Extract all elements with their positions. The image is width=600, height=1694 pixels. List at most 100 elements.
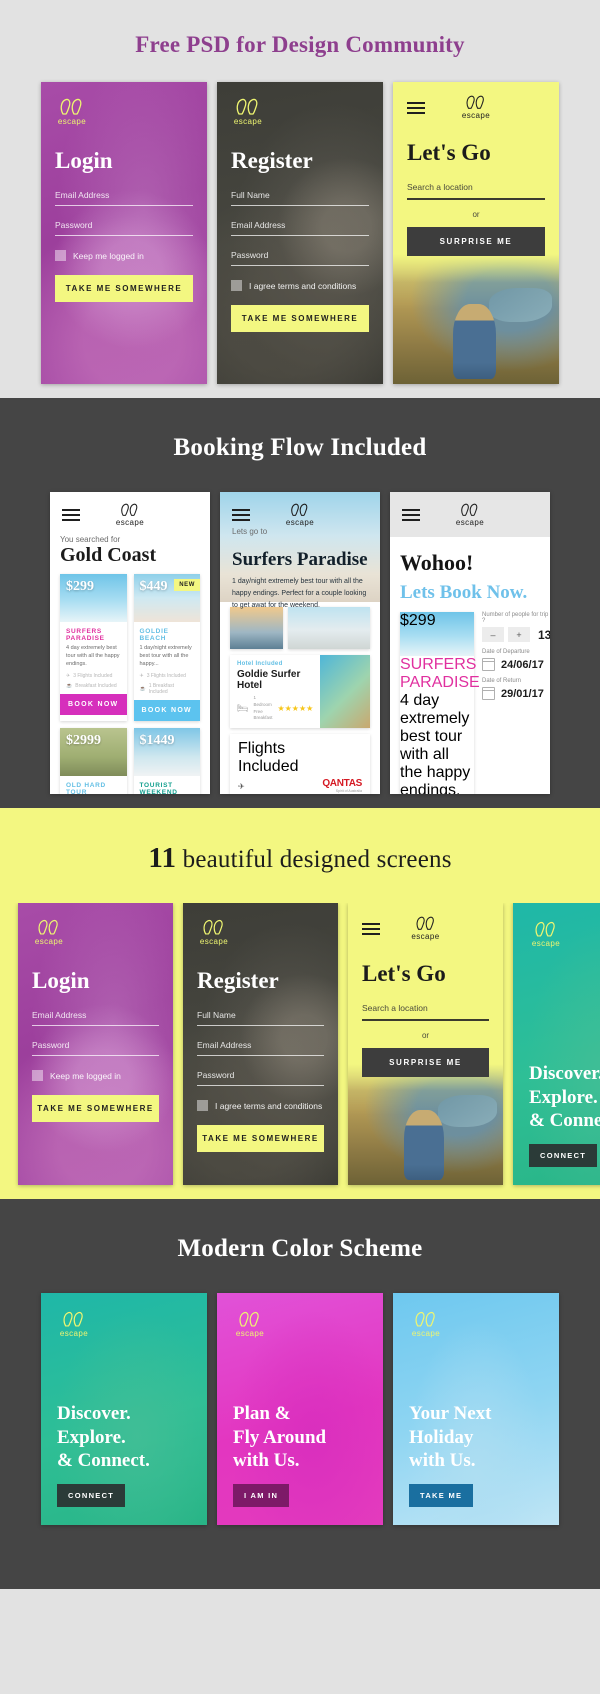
card-location: GOLDIE BEACH <box>139 628 169 642</box>
hamburger-menu-icon[interactable] <box>62 509 80 521</box>
top-bar: escape <box>390 492 550 537</box>
decrement-button[interactable]: – <box>482 627 504 643</box>
return-date-picker[interactable]: 29/01/17 <box>482 687 550 701</box>
bed-icon: 🛏 <box>237 703 249 713</box>
card-inclusion-breakfast: ☕ 1 Breakfast Included <box>140 683 195 695</box>
departure-date-picker[interactable]: 24/06/17 <box>482 658 550 672</box>
login-email-field[interactable]: Email Address <box>32 1010 159 1026</box>
flip-flops-icon <box>291 503 308 516</box>
take-me-button[interactable]: TAKE ME <box>409 1484 474 1507</box>
card-inclusion-flights: ✈ 3 Flights Included <box>140 673 195 679</box>
heading-line-3: & Connect. <box>529 1109 600 1131</box>
login-submit-button[interactable]: TAKE ME SOMEWHERE <box>55 275 193 302</box>
location-search-input[interactable]: Search a location <box>362 1003 489 1021</box>
card-price: $299 <box>66 579 94 594</box>
screen-tour-detail: escape Lets go to Surfers Paradise 1 day… <box>220 492 380 794</box>
breakfast-icon: ☕ <box>139 685 146 692</box>
detail-hero: escape Lets go to Surfers Paradise 1 day… <box>220 492 380 609</box>
escape-logo: escape <box>57 1311 91 1338</box>
hamburger-menu-icon[interactable] <box>407 101 425 114</box>
login-password-field[interactable]: Password <box>55 220 193 236</box>
heading-line-3: with Us. <box>409 1449 476 1471</box>
flip-flops-icon <box>466 95 484 109</box>
heading-line-2: Fly Around <box>233 1426 327 1448</box>
card-image: $299 <box>60 574 127 622</box>
discover-heading: Discover.Explore.& Connect. <box>529 1062 600 1132</box>
book-now-button[interactable]: BOOK NOW <box>60 693 127 715</box>
register-terms-checkbox[interactable]: I agree terms and conditions <box>231 280 369 291</box>
card-price: $299 <box>400 612 436 630</box>
card-inner: escape Discover.Explore.& Connect. CONNE… <box>513 903 600 1185</box>
register-password-field[interactable]: Password <box>231 250 369 266</box>
login-submit-button[interactable]: TAKE ME SOMEWHERE <box>32 1095 159 1122</box>
checkbox-box[interactable] <box>55 250 66 261</box>
tour-card[interactable]: $1449 TOURIST WEEKEND 4 day extremely be… <box>133 727 200 794</box>
register-password-label: Password <box>197 1070 235 1080</box>
screen-lets-go: escape Let's Go Search a location or SUR… <box>393 82 559 384</box>
section-free-psd: Free PSD for Design Community escape Log… <box>0 0 600 398</box>
screen-discover-partial: escape Discover.Explore.& Connect. CONNE… <box>513 903 600 1185</box>
field-underline <box>407 198 545 200</box>
people-stepper[interactable]: – + 13 <box>482 627 550 643</box>
thumbnail[interactable] <box>230 607 283 649</box>
book-now-button[interactable]: BOOK NOW <box>133 699 200 721</box>
tour-card[interactable]: $449 NEW GOLDIE BEACH 1 day/night extrem… <box>133 574 200 721</box>
login-heading: Login <box>55 148 113 173</box>
register-submit-button[interactable]: TAKE ME SOMEWHERE <box>231 305 369 332</box>
register-terms-checkbox[interactable]: I agree terms and conditions <box>197 1100 324 1111</box>
checkbox-box[interactable] <box>197 1100 208 1111</box>
hotel-panel[interactable]: Hotel Included Goldie Surfer Hotel 🛏 1 B… <box>230 655 370 728</box>
i-am-in-button[interactable]: I AM IN <box>233 1484 290 1507</box>
screen-count: 11 <box>148 842 177 874</box>
card-meta: OLD HARD TOUR 1 day/night extremely best… <box>60 776 127 794</box>
flights-info: Flights Included ✈ 2 Flights Included <box>238 740 322 794</box>
people-value: 13 <box>538 627 550 642</box>
checkbox-box[interactable] <box>32 1070 43 1081</box>
login-remember-checkbox[interactable]: Keep me logged in <box>32 1070 159 1081</box>
card-image: $1449 <box>133 727 200 776</box>
register-password-field[interactable]: Password <box>197 1070 324 1086</box>
login-email-field[interactable]: Email Address <box>55 190 193 206</box>
hamburger-menu-icon[interactable] <box>232 509 250 521</box>
login-password-field[interactable]: Password <box>32 1040 159 1056</box>
top-bar: escape <box>232 503 368 527</box>
escape-logo: escape <box>459 95 493 120</box>
register-submit-button[interactable]: TAKE ME SOMEWHERE <box>197 1125 324 1152</box>
hamburger-menu-icon[interactable] <box>402 509 420 521</box>
or-divider-label: or <box>421 1030 430 1040</box>
surprise-me-button[interactable]: SURPRISE ME <box>407 226 545 256</box>
checkbox-box[interactable] <box>231 280 242 291</box>
connect-button[interactable]: CONNECT <box>529 1144 598 1167</box>
booking-body: Wohoo! Lets Book Now. $299 SURFERS PARAD… <box>390 537 550 794</box>
register-name-label: Full Name <box>197 1010 236 1020</box>
card-location: TOURIST WEEKEND <box>139 781 178 794</box>
card-location: OLD HARD TOUR <box>66 781 106 794</box>
register-heading: Register <box>231 148 313 173</box>
thumbnail[interactable] <box>287 607 370 649</box>
tour-card[interactable]: $299 SURFERS PARADISE 4 day extremely be… <box>60 574 127 721</box>
tour-card[interactable]: $2999 OLD HARD TOUR 1 day/night extremel… <box>60 727 127 794</box>
section-3-title: 11 beautiful designed screens <box>0 808 600 903</box>
register-email-field[interactable]: Email Address <box>197 1040 324 1056</box>
hero-overlay: escape Lets go to Surfers Paradise 1 day… <box>220 492 380 609</box>
hamburger-menu-icon[interactable] <box>362 922 380 935</box>
login-remember-checkbox[interactable]: Keep me logged in <box>55 250 193 261</box>
register-name-field[interactable]: Full Name <box>197 1010 324 1026</box>
increment-button[interactable]: + <box>508 627 530 643</box>
lets-go-heading: Let's Go <box>362 961 446 986</box>
field-underline <box>231 235 369 236</box>
register-email-field[interactable]: Email Address <box>231 220 369 236</box>
screen-login: escape Login Email Address Password Keep… <box>41 82 207 384</box>
surprise-me-button[interactable]: SURPRISE ME <box>362 1047 489 1077</box>
register-name-field[interactable]: Full Name <box>231 190 369 206</box>
person-shape <box>403 1109 445 1181</box>
return-value: 29/01/17 <box>501 687 544 700</box>
inclusion-text: 3 Flights Included <box>73 672 113 679</box>
location-search-input[interactable]: Search a location <box>407 182 545 200</box>
flights-panel[interactable]: Flights Included ✈ 2 Flights Included QA… <box>230 734 370 794</box>
register-email-label: Email Address <box>197 1040 252 1050</box>
card-discover: escape Discover. Explore. & Connect. CONNE… <box>41 1293 207 1525</box>
results-heading: Gold Coast <box>60 544 157 566</box>
connect-button[interactable]: CONNECT <box>57 1484 126 1507</box>
inclusion-text: Breakfast Included <box>75 682 117 689</box>
